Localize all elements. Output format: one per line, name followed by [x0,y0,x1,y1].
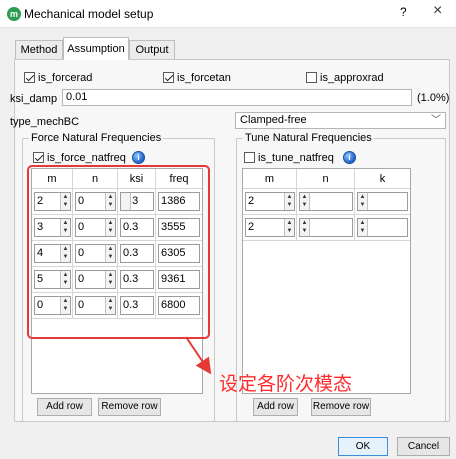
tab-assumption[interactable]: Assumption [63,37,129,60]
annotation-text: 设定各阶次模态 [219,374,353,395]
